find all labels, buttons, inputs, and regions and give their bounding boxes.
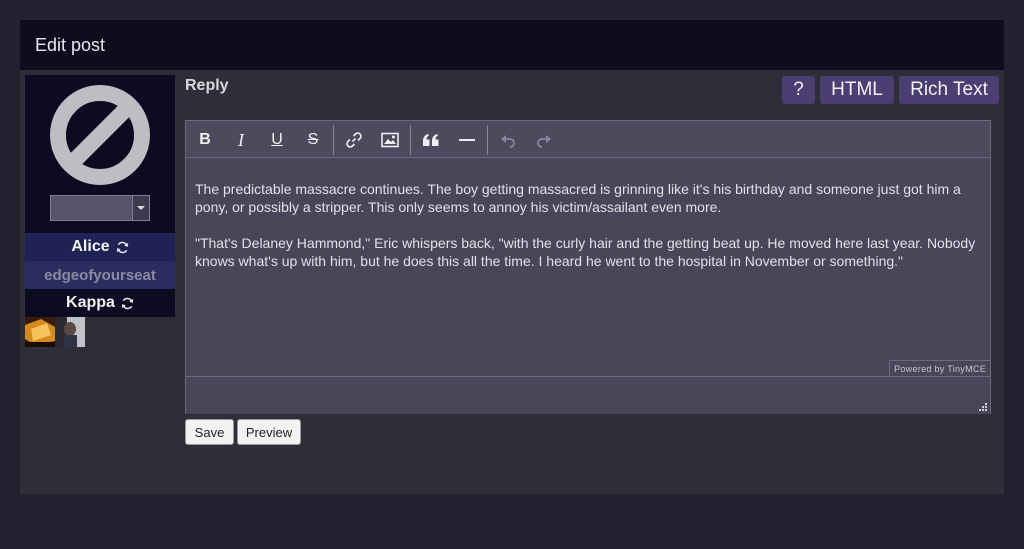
underline-icon[interactable]: U	[266, 129, 288, 151]
post-paragraph[interactable]: The predictable massacre continues. The …	[195, 180, 981, 216]
preview-button[interactable]: Preview	[237, 419, 301, 445]
toolbar-divider	[333, 125, 334, 155]
alias-name[interactable]: Alice	[71, 238, 109, 256]
horizontal-rule-icon[interactable]	[456, 129, 478, 151]
reply-label: Reply	[185, 77, 229, 94]
editor-content[interactable]: The predictable massacre continues. The …	[195, 180, 981, 288]
editor-statusbar	[186, 376, 990, 414]
edit-post-panel: Edit post Alice edgeofyourseat Kappa Rep…	[20, 20, 1004, 494]
resize-handle-icon[interactable]	[978, 402, 987, 411]
gallery-thumbnail[interactable]	[55, 317, 85, 347]
blockquote-icon[interactable]	[420, 129, 442, 151]
character-name[interactable]: Kappa	[66, 294, 115, 312]
refresh-icon[interactable]	[121, 297, 134, 310]
strikethrough-icon[interactable]: S	[302, 129, 324, 151]
html-mode-button[interactable]: HTML	[820, 76, 894, 104]
rich-text-mode-button[interactable]: Rich Text	[899, 76, 999, 104]
toolbar-divider	[410, 125, 411, 155]
rich-text-editor[interactable]: B I U S The predictable massacre continu…	[185, 120, 991, 414]
bold-icon[interactable]: B	[194, 129, 216, 151]
refresh-icon[interactable]	[116, 241, 129, 254]
character-select[interactable]	[50, 195, 150, 221]
alias-row[interactable]: Alice	[25, 233, 175, 261]
link-icon[interactable]	[343, 129, 365, 151]
editor-toolbar: B I U S	[186, 121, 990, 158]
page-title: Edit post	[35, 35, 106, 55]
undo-icon[interactable]	[497, 129, 519, 151]
toolbar-divider	[487, 125, 488, 155]
help-button[interactable]: ?	[782, 76, 815, 104]
character-sidebar: Alice edgeofyourseat Kappa	[25, 75, 175, 317]
image-icon[interactable]	[379, 129, 401, 151]
save-button[interactable]: Save	[185, 419, 234, 445]
username-row[interactable]: edgeofyourseat	[25, 261, 175, 289]
italic-icon[interactable]: I	[230, 129, 252, 151]
character-row[interactable]: Kappa	[25, 289, 175, 317]
post-paragraph[interactable]: "That's Delaney Hammond," Eric whispers …	[195, 234, 981, 270]
panel-header: Edit post	[20, 20, 1004, 70]
username[interactable]: edgeofyourseat	[44, 267, 156, 284]
gallery-thumbnail[interactable]	[25, 317, 55, 347]
no-entry-icon	[50, 85, 150, 185]
redo-icon[interactable]	[533, 129, 555, 151]
chevron-down-icon[interactable]	[132, 196, 149, 220]
